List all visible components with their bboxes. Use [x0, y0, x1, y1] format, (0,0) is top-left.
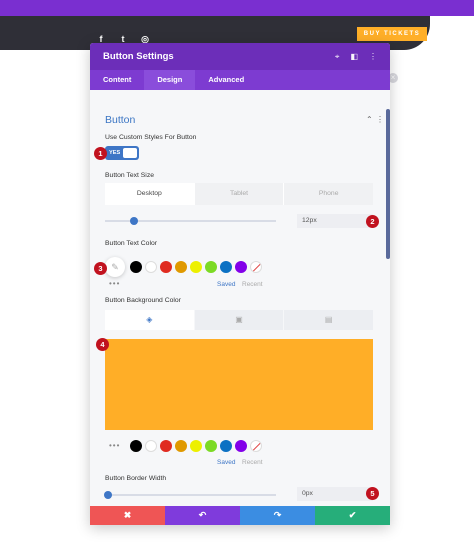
color-swatch[interactable]: [220, 261, 232, 273]
color-swatch[interactable]: [220, 440, 232, 452]
target-icon[interactable]: ⌖: [335, 52, 340, 62]
modal-title: Button Settings: [103, 51, 174, 62]
text-color-label: Button Text Color: [105, 240, 158, 247]
modal-footer: ✖ ↶ ↷ ✔: [90, 506, 390, 525]
background-color-saved-tab[interactable]: Saved: [217, 459, 235, 466]
stage: f t ◎ BUY TICKETS × Button Settings ⌖ ◧ …: [0, 0, 474, 557]
tab-design[interactable]: Design: [144, 70, 196, 90]
border-width-slider-thumb[interactable]: [104, 491, 112, 499]
annotation-badge-2: 2: [366, 215, 379, 228]
modal-tabs: Content Design Advanced: [90, 70, 390, 90]
gradient-icon[interactable]: ▤: [283, 310, 373, 330]
color-swatch[interactable]: [145, 440, 157, 452]
color-swatch[interactable]: [145, 261, 157, 273]
modal-header: Button Settings ⌖ ◧ ⋮: [90, 43, 390, 70]
color-swatch[interactable]: [190, 261, 202, 273]
device-tab-tablet[interactable]: Tablet: [193, 183, 284, 205]
text-color-saved-tab[interactable]: Saved: [217, 281, 235, 288]
device-tab-desktop[interactable]: Desktop: [105, 183, 194, 205]
image-icon[interactable]: ▣: [193, 310, 284, 330]
text-size-slider-thumb[interactable]: [129, 217, 138, 225]
border-width-label: Button Border Width: [105, 475, 167, 482]
annotation-badge-5: 5: [366, 487, 379, 500]
scrollbar[interactable]: [386, 109, 390, 259]
color-swatch[interactable]: [130, 261, 142, 273]
section-more-icon[interactable]: ⋮: [376, 115, 384, 124]
paint-bucket-icon[interactable]: ◈: [105, 310, 194, 330]
text-size-label: Button Text Size: [105, 172, 154, 179]
text-color-recent-tab[interactable]: Recent: [242, 281, 263, 288]
more-icon[interactable]: ⋮: [369, 52, 377, 61]
text-size-device-tabs: Desktop Tablet Phone: [105, 183, 373, 205]
background-color-label: Button Background Color: [105, 297, 181, 304]
more-colors-icon[interactable]: •••: [109, 279, 120, 288]
custom-styles-toggle[interactable]: YES: [105, 146, 139, 160]
border-width-slider[interactable]: [104, 491, 276, 499]
redo-icon[interactable]: ↷: [240, 506, 315, 525]
background-type-tabs: ◈ ▣ ▤: [105, 310, 373, 330]
background-color-recent-tab[interactable]: Recent: [242, 459, 263, 466]
buy-tickets-button[interactable]: BUY TICKETS: [357, 27, 427, 41]
border-width-input[interactable]: 0px: [297, 487, 373, 501]
website-top-bar: [0, 0, 474, 16]
color-swatch[interactable]: [235, 261, 247, 273]
split-view-icon[interactable]: ◧: [350, 52, 358, 61]
color-swatch[interactable]: [190, 440, 202, 452]
annotation-badge-4: 4: [96, 338, 109, 351]
no-color-swatch[interactable]: [250, 261, 262, 273]
tab-advanced[interactable]: Advanced: [195, 70, 257, 90]
toggle-knob: [123, 148, 137, 158]
tab-content[interactable]: Content: [90, 70, 144, 90]
color-swatch[interactable]: [130, 440, 142, 452]
text-color-swatches: [130, 261, 262, 273]
eyedropper-icon[interactable]: ✎: [105, 257, 125, 277]
color-swatch[interactable]: [205, 440, 217, 452]
color-swatch[interactable]: [205, 261, 217, 273]
annotation-badge-3: 3: [94, 262, 107, 275]
color-swatch[interactable]: [235, 440, 247, 452]
custom-styles-label: Use Custom Styles For Button: [105, 134, 197, 141]
save-check-icon[interactable]: ✔: [315, 506, 390, 525]
chevron-up-icon[interactable]: ⌃: [366, 115, 373, 124]
more-colors-icon-2[interactable]: •••: [109, 441, 120, 450]
color-swatch[interactable]: [160, 440, 172, 452]
color-swatch[interactable]: [175, 261, 187, 273]
text-size-input[interactable]: 12px: [297, 214, 373, 228]
background-color-swatches: [130, 440, 262, 452]
background-color-preview[interactable]: [105, 339, 373, 430]
button-settings-modal: Button Settings ⌖ ◧ ⋮ Content Design Adv…: [90, 43, 390, 525]
undo-icon[interactable]: ↶: [165, 506, 240, 525]
section-title[interactable]: Button: [105, 114, 135, 126]
close-icon[interactable]: ✖: [90, 506, 165, 525]
annotation-badge-1: 1: [94, 147, 107, 160]
device-tab-phone[interactable]: Phone: [283, 183, 373, 205]
no-color-swatch[interactable]: [250, 440, 262, 452]
text-size-slider[interactable]: [105, 217, 276, 225]
toggle-yes-text: YES: [109, 150, 121, 156]
color-swatch[interactable]: [175, 440, 187, 452]
color-swatch[interactable]: [160, 261, 172, 273]
